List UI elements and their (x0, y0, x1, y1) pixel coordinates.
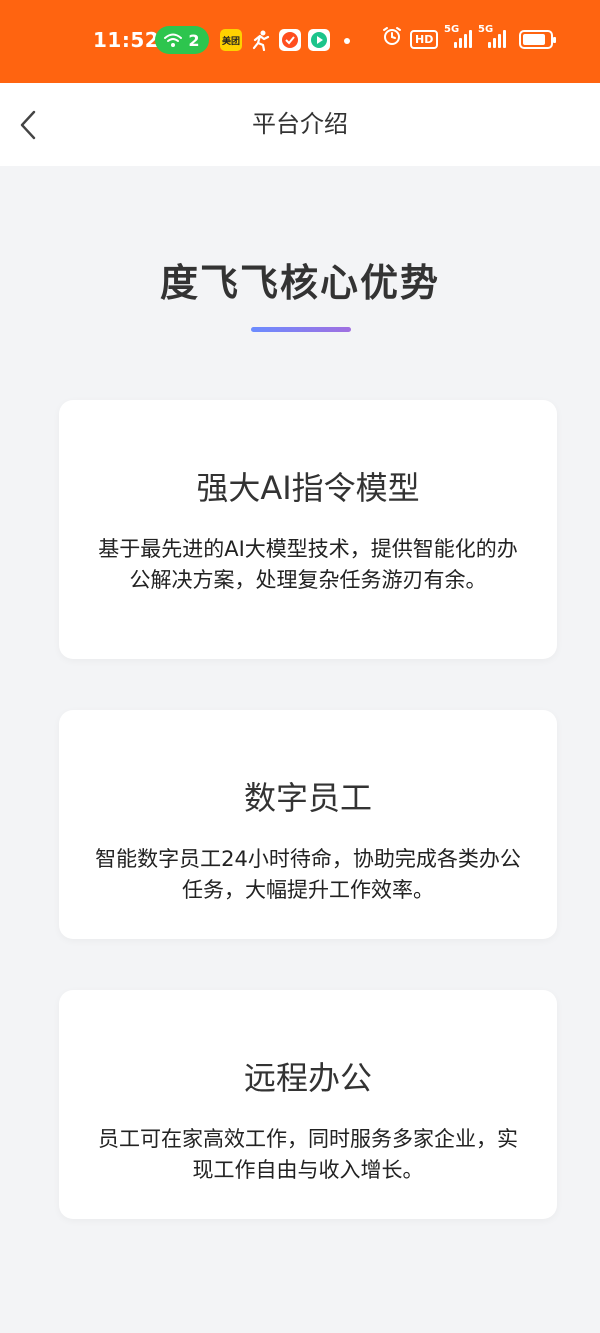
card-title: 远程办公 (243, 1059, 372, 1097)
feature-card-ai-model: 强大AI指令模型 基于最先进的AI大模型技术，提供智能化的办公解决方案，处理复杂… (59, 400, 557, 659)
battery-level (523, 34, 546, 45)
taobao-icon (279, 29, 301, 51)
running-icon (250, 29, 272, 51)
title-underline (251, 327, 351, 332)
feature-card-remote-work: 远程办公 员工可在家高效工作，同时服务多家企业，实现工作自由与收入增长。 (59, 990, 557, 1219)
signal-icon: 5G (478, 24, 506, 50)
nav-bar: 平台介绍 (0, 83, 600, 166)
video-icon (308, 29, 330, 51)
status-bar: 11:52 2 美团 HD 5G 5G (0, 0, 600, 83)
hd-icon: HD (410, 30, 439, 49)
card-title: 强大AI指令模型 (196, 469, 420, 507)
card-description: 智能数字员工24小时待命，协助完成各类办公任务，大幅提升工作效率。 (95, 847, 521, 902)
feature-card-digital-employee: 数字员工 智能数字员工24小时待命，协助完成各类办公任务，大幅提升工作效率。 (59, 710, 557, 939)
wifi-icon (164, 33, 183, 47)
status-time: 11:52 (93, 28, 160, 52)
card-description: 员工可在家高效工作，同时服务多家企业，实现工作自由与收入增长。 (98, 1127, 518, 1182)
card-title: 数字员工 (243, 779, 372, 817)
wifi-hotspot-badge: 2 (155, 26, 209, 54)
notification-dot (344, 38, 350, 44)
page-title: 平台介绍 (252, 110, 348, 138)
signal-icon: 5G (444, 24, 472, 50)
battery-icon (519, 30, 556, 49)
meituan-icon: 美团 (220, 29, 242, 51)
wifi-count: 2 (188, 30, 200, 50)
card-description: 基于最先进的AI大模型技术，提供智能化的办公解决方案，处理复杂任务游刃有余。 (98, 537, 518, 592)
alarm-icon (382, 26, 402, 51)
section-title: 度飞飞核心优势 (159, 261, 440, 305)
